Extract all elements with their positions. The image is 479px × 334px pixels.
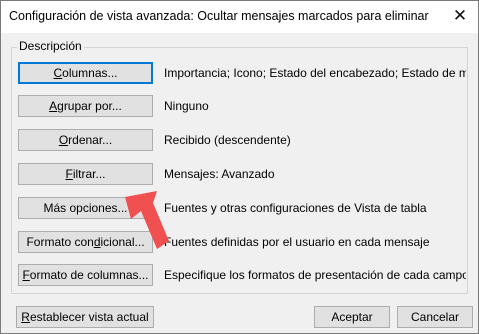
accept-button-label: Aceptar [331, 310, 373, 324]
advanced-view-settings-dialog: Configuración de vista avanzada: Ocultar… [0, 0, 479, 334]
red-arrow-icon [125, 191, 169, 249]
accept-button[interactable]: Aceptar [314, 306, 390, 328]
column-format-button[interactable]: Formato de columnas... [18, 264, 153, 286]
sort-button[interactable]: Ordenar... [18, 129, 153, 151]
group-by-description: Ninguno [164, 99, 209, 113]
column-format-description: Especifique los formatos de presentación… [164, 268, 466, 282]
description-group-label: Descripción [17, 39, 84, 53]
reset-button-label: establecer vista actual [29, 310, 149, 324]
filter-button[interactable]: Filtrar... [18, 163, 153, 185]
cancel-button[interactable]: Cancelar [397, 306, 473, 328]
conditional-format-description: Fuentes definidas por el usuario en cada… [164, 235, 430, 249]
filter-button-label: iltrar... [72, 167, 106, 181]
title-bar: Configuración de vista avanzada: Ocultar… [1, 1, 478, 33]
columns-description: Importancia; Icono; Estado del encabezad… [164, 66, 466, 80]
columns-button[interactable]: Columnas... [18, 62, 153, 84]
column-format-button-label: ormato de columnas... [29, 268, 149, 282]
more-options-description: Fuentes y otras configuraciones de Vista… [164, 201, 427, 215]
cancel-button-label: Cancelar [410, 310, 460, 324]
dialog-title: Configuración de vista avanzada: Ocultar… [9, 9, 429, 23]
columns-button-accesskey: C [53, 66, 63, 80]
reset-button-accesskey: R [21, 310, 30, 324]
filter-button-accesskey: F [65, 167, 73, 181]
group-by-button[interactable]: Agrupar por... [18, 95, 153, 117]
columns-button-label: olumnas... [62, 66, 118, 80]
group-by-button-accesskey: A [49, 99, 58, 113]
sort-description: Recibido (descendente) [164, 133, 291, 147]
group-by-button-label: grupar por... [57, 99, 122, 113]
filter-description: Mensajes: Avanzado [164, 167, 275, 181]
column-format-button-accesskey: F [22, 268, 30, 282]
more-options-button-label: Más opciones... [43, 201, 128, 215]
sort-button-label: rdenar... [68, 133, 113, 147]
close-icon[interactable]: ✕ [444, 1, 476, 31]
sort-button-accesskey: O [58, 133, 69, 147]
reset-current-view-button[interactable]: Restablecer vista actual [16, 306, 154, 328]
conditional-format-button-accesskey: d [93, 235, 101, 249]
conditional-format-button-label-pre: Formato con [26, 235, 94, 249]
